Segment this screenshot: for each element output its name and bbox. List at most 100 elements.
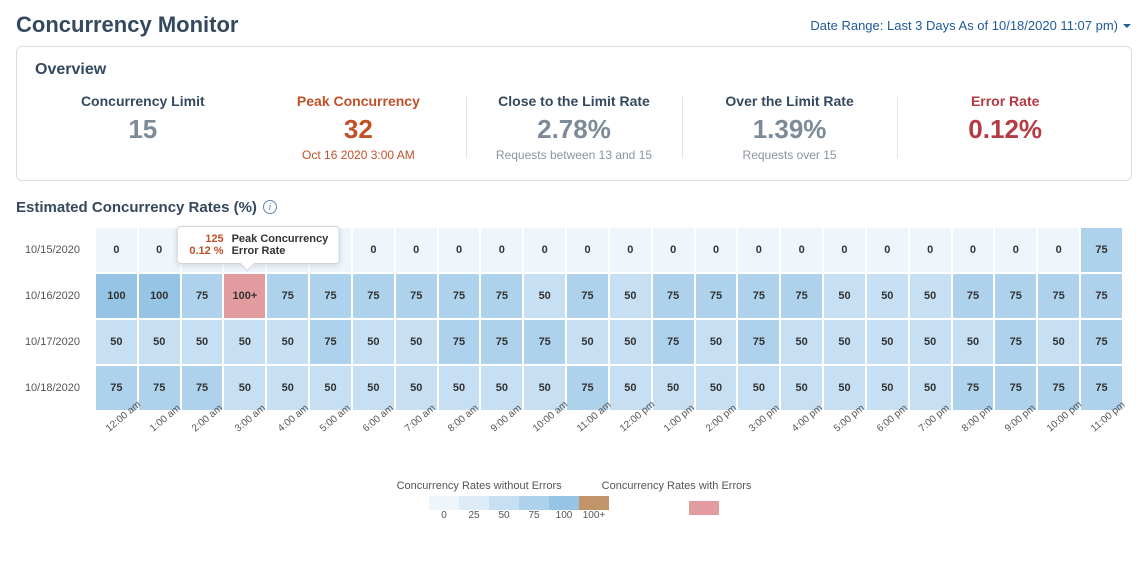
- heatmap-cell[interactable]: 75: [267, 274, 308, 318]
- heatmap-cell[interactable]: 0: [653, 228, 694, 272]
- stat-value: 1.39%: [692, 115, 888, 144]
- heatmap: 10/15/20200000000000000000000007510/16/2…: [16, 228, 1132, 446]
- heatmap-cell[interactable]: 75: [310, 274, 351, 318]
- heatmap-cell[interactable]: 0: [910, 228, 951, 272]
- heatmap-cell[interactable]: 50: [867, 320, 908, 364]
- heatmap-cell[interactable]: 0: [481, 228, 522, 272]
- heatmap-cell[interactable]: 75: [738, 320, 779, 364]
- heatmap-cell[interactable]: 50: [610, 274, 651, 318]
- legend-swatch-100: [549, 496, 579, 510]
- stat-label: Error Rate: [907, 93, 1103, 109]
- heatmap-cell[interactable]: 50: [910, 274, 951, 318]
- heatmap-cell[interactable]: 75: [995, 320, 1036, 364]
- heatmap-cell[interactable]: 0: [396, 228, 437, 272]
- heatmap-cell[interactable]: 75: [1081, 228, 1122, 272]
- legend-title-without-errors: Concurrency Rates without Errors: [397, 480, 562, 492]
- legend-swatch-75: [519, 496, 549, 510]
- heatmap-row-label: 10/16/2020: [16, 274, 88, 318]
- heatmap-cell[interactable]: 75: [1081, 274, 1122, 318]
- heatmap-cell[interactable]: 50: [610, 320, 651, 364]
- stat-value: 0.12%: [907, 115, 1103, 144]
- heatmap-cell[interactable]: 50: [824, 320, 865, 364]
- heatmap-cell[interactable]: 50: [139, 320, 180, 364]
- heatmap-cell[interactable]: 0: [738, 228, 779, 272]
- heatmap-cell[interactable]: 100: [96, 274, 137, 318]
- heatmap-cell[interactable]: 0: [439, 228, 480, 272]
- heatmap-cell[interactable]: 100+125Peak Concurrency0.12 %Error Rate: [224, 274, 265, 318]
- section-title: Estimated Concurrency Rates (%): [16, 199, 257, 216]
- stat-error-rate: Error Rate 0.12%: [897, 93, 1113, 162]
- heatmap-cell[interactable]: 50: [396, 320, 437, 364]
- stat-peak-concurrency: Peak Concurrency 32 Oct 16 2020 3:00 AM: [251, 93, 467, 162]
- stat-concurrency-limit: Concurrency Limit 15: [35, 93, 251, 162]
- heatmap-cell[interactable]: 75: [995, 274, 1036, 318]
- stat-close-rate: Close to the Limit Rate 2.78% Requests b…: [466, 93, 682, 162]
- heatmap-cell[interactable]: 0: [524, 228, 565, 272]
- heatmap-row-label: 10/17/2020: [16, 320, 88, 364]
- heatmap-cell[interactable]: 75: [738, 274, 779, 318]
- heatmap-cell[interactable]: 50: [224, 320, 265, 364]
- heatmap-cell[interactable]: 50: [953, 320, 994, 364]
- heatmap-cell[interactable]: 75: [1038, 274, 1079, 318]
- legend-label: 75: [519, 510, 549, 521]
- heatmap-cell[interactable]: 50: [824, 274, 865, 318]
- legend-label: 100+: [579, 510, 609, 521]
- heatmap-cell[interactable]: 0: [567, 228, 608, 272]
- heatmap-cell[interactable]: 100: [139, 274, 180, 318]
- heatmap-cell[interactable]: 0: [353, 228, 394, 272]
- heatmap-cell[interactable]: 75: [567, 274, 608, 318]
- heatmap-cell[interactable]: 75: [653, 320, 694, 364]
- date-range-picker[interactable]: Date Range: Last 3 Days As of 10/18/2020…: [810, 18, 1132, 33]
- heatmap-cell[interactable]: 75: [353, 274, 394, 318]
- heatmap-cell[interactable]: 75: [781, 274, 822, 318]
- legend-swatch-100plus: [579, 496, 609, 510]
- heatmap-cell[interactable]: 0: [610, 228, 651, 272]
- heatmap-cell[interactable]: 75: [481, 320, 522, 364]
- heatmap-cell[interactable]: 50: [524, 274, 565, 318]
- legend-label: 50: [489, 510, 519, 521]
- heatmap-cell[interactable]: 0: [995, 228, 1036, 272]
- stat-sub: Requests between 13 and 15: [476, 148, 672, 162]
- overview-card: Overview Concurrency Limit 15 Peak Concu…: [16, 46, 1132, 181]
- heatmap-cell[interactable]: 0: [824, 228, 865, 272]
- heatmap-cell[interactable]: 50: [567, 320, 608, 364]
- legend-scale-without: 0 25 50 75 100 100+: [429, 496, 609, 521]
- heatmap-cell[interactable]: 0: [867, 228, 908, 272]
- legend-title-with-errors: Concurrency Rates with Errors: [602, 480, 752, 492]
- heatmap-cell[interactable]: 75: [1081, 320, 1122, 364]
- heatmap-cell[interactable]: 75: [653, 274, 694, 318]
- heatmap-cell[interactable]: 75: [481, 274, 522, 318]
- stat-value: 2.78%: [476, 115, 672, 144]
- heatmap-cell[interactable]: 0: [781, 228, 822, 272]
- heatmap-cell[interactable]: 50: [696, 320, 737, 364]
- heatmap-cell[interactable]: 50: [1038, 320, 1079, 364]
- heatmap-cell[interactable]: 75: [439, 274, 480, 318]
- stat-over-rate: Over the Limit Rate 1.39% Requests over …: [682, 93, 898, 162]
- heatmap-cell[interactable]: 75: [182, 274, 223, 318]
- heatmap-cell[interactable]: 0: [139, 228, 180, 272]
- heatmap-cell[interactable]: 0: [696, 228, 737, 272]
- heatmap-cell[interactable]: 75: [953, 274, 994, 318]
- heatmap-row-label: 10/15/2020: [16, 228, 88, 272]
- heatmap-cell[interactable]: 50: [182, 320, 223, 364]
- heatmap-cell[interactable]: 75: [310, 320, 351, 364]
- heatmap-cell[interactable]: 50: [267, 320, 308, 364]
- info-icon[interactable]: i: [263, 200, 277, 214]
- heatmap-cell[interactable]: 50: [867, 274, 908, 318]
- heatmap-cell[interactable]: 75: [439, 320, 480, 364]
- heatmap-cell[interactable]: 0: [1038, 228, 1079, 272]
- stat-label: Over the Limit Rate: [692, 93, 888, 109]
- legend-label: 0: [429, 510, 459, 521]
- heatmap-cell[interactable]: 50: [781, 320, 822, 364]
- heatmap-cell[interactable]: 50: [96, 320, 137, 364]
- heatmap-cell[interactable]: 50: [910, 320, 951, 364]
- stat-value: 32: [261, 115, 457, 144]
- stat-value: 15: [45, 115, 241, 144]
- heatmap-cell[interactable]: 75: [696, 274, 737, 318]
- heatmap-cell[interactable]: 75: [524, 320, 565, 364]
- overview-title: Overview: [35, 61, 1113, 79]
- heatmap-cell[interactable]: 0: [953, 228, 994, 272]
- heatmap-cell[interactable]: 0: [96, 228, 137, 272]
- heatmap-cell[interactable]: 50: [353, 320, 394, 364]
- heatmap-cell[interactable]: 75: [396, 274, 437, 318]
